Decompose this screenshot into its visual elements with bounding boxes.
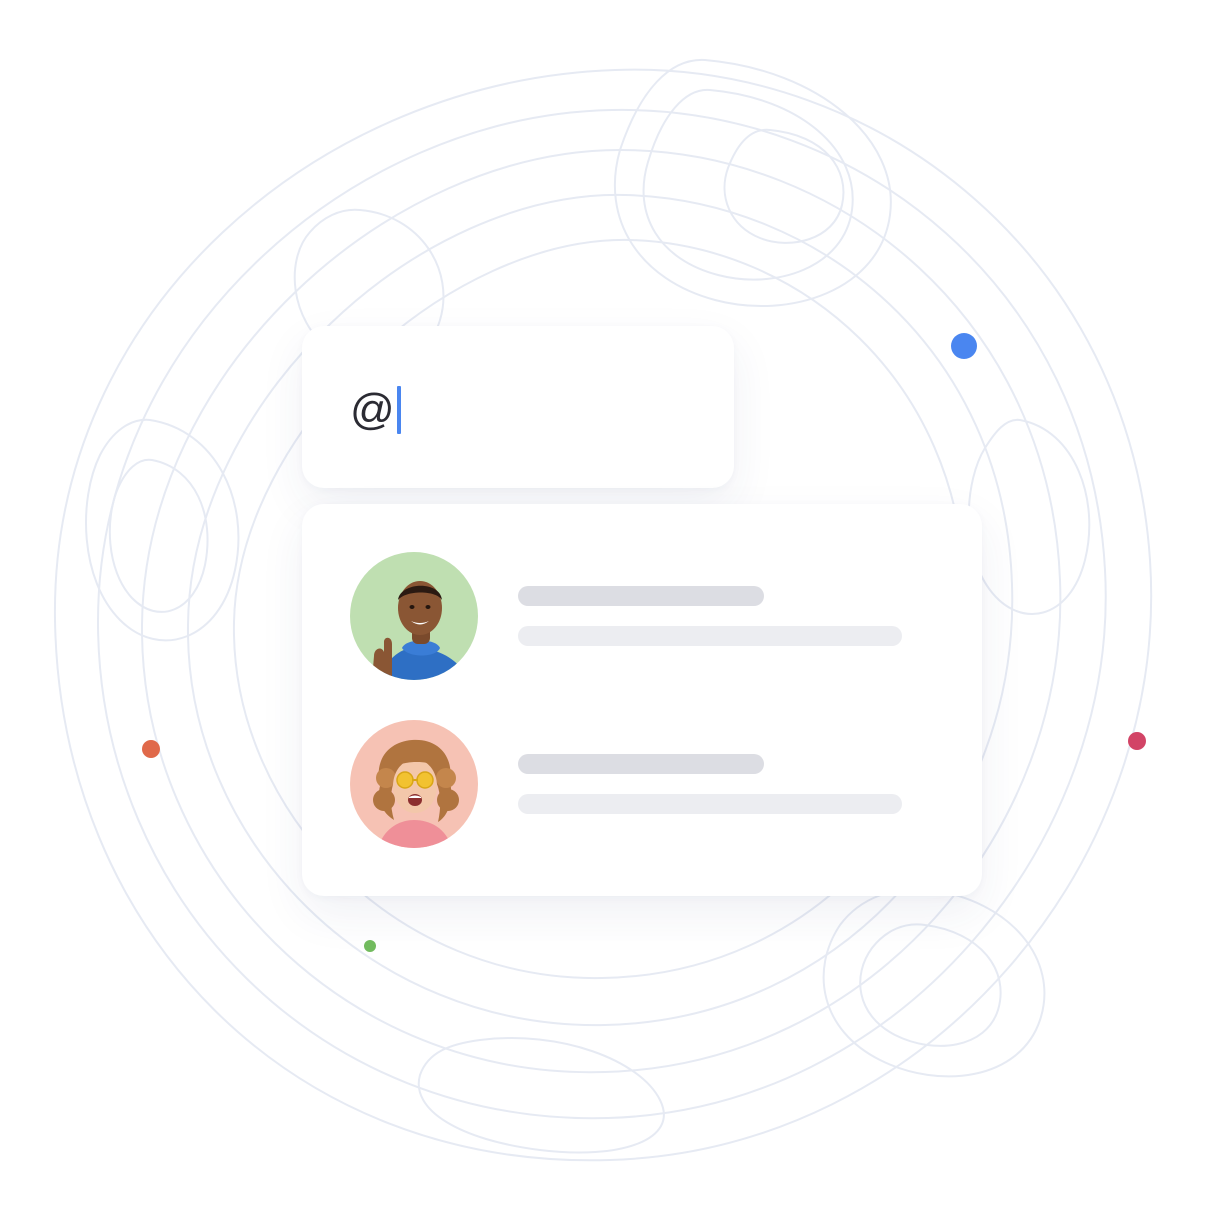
suggestion-item[interactable] [350,720,910,848]
woman-yellow-glasses-avatar [350,720,478,848]
decor-dot-blue [951,333,977,359]
mention-typed-text: @ [350,385,395,434]
text-caret [396,386,401,434]
suggestion-name-placeholder [518,586,764,606]
suggestion-name-placeholder [518,754,764,774]
suggestion-detail-placeholder [518,794,902,814]
suggestion-item[interactable] [350,552,910,680]
decor-dot-orange [142,740,160,758]
man-thumbs-up-avatar [350,552,478,680]
mention-input[interactable]: @ [350,386,401,434]
mention-suggestion-list [302,504,982,896]
decor-dot-green [364,940,376,952]
mention-input-card: @ [302,326,734,488]
decor-dot-red [1128,732,1146,750]
suggestion-detail-placeholder [518,626,902,646]
